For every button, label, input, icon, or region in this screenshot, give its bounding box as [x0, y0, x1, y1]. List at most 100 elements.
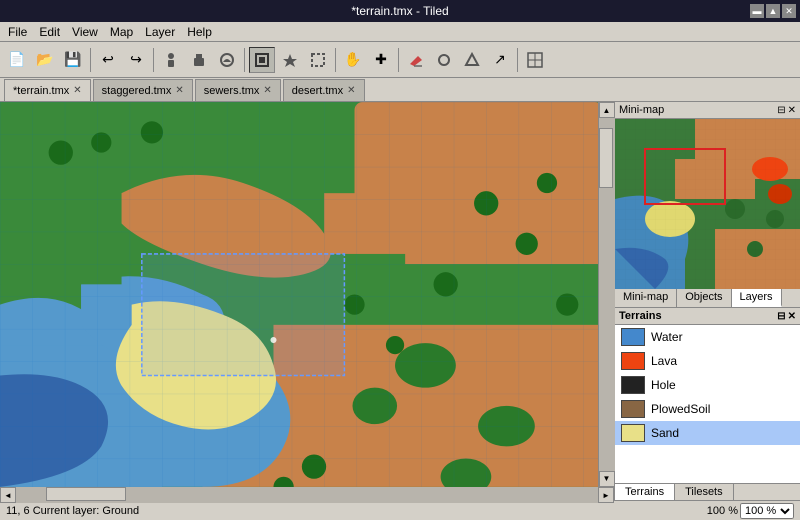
terrain-plowedsoil[interactable]: PlowedSoil: [615, 397, 800, 421]
terrain-hole[interactable]: Hole: [615, 373, 800, 397]
minimap-title: Mini-map: [619, 104, 664, 116]
vscroll-track[interactable]: [599, 118, 615, 471]
tool-bucket[interactable]: [186, 47, 212, 73]
minimize-button[interactable]: ▬: [750, 4, 764, 18]
terrains-close[interactable]: ✕: [788, 311, 796, 322]
separator-6: [517, 48, 518, 72]
terrains-controls[interactable]: ⊟ ✕: [777, 311, 796, 322]
terrain-sand[interactable]: Sand: [615, 421, 800, 445]
terrain-lava[interactable]: Lava: [615, 349, 800, 373]
menu-layer[interactable]: Layer: [139, 23, 181, 41]
terrain-sand-label: Sand: [651, 426, 679, 440]
vscroll-down[interactable]: ▼: [599, 471, 615, 487]
tool-magic-wand[interactable]: [277, 47, 303, 73]
zoom-select[interactable]: 100 % 50 % 200 %: [740, 503, 794, 519]
menu-map[interactable]: Map: [104, 23, 139, 41]
status-position-layer: 11, 6 Current layer: Ground: [6, 505, 139, 517]
terrain-water-color: [621, 328, 645, 346]
vscroll-thumb[interactable]: [599, 128, 613, 188]
undo-button[interactable]: ↩: [95, 47, 121, 73]
zoom-value: 100 %: [707, 505, 738, 517]
menu-file[interactable]: File: [2, 23, 33, 41]
tool-arrow[interactable]: ↗: [487, 47, 513, 73]
status-layer: Current layer: Ground: [33, 505, 139, 517]
menu-view[interactable]: View: [66, 23, 104, 41]
hscroll-left[interactable]: ◄: [0, 487, 16, 503]
status-position: 11, 6: [6, 505, 30, 517]
close-button[interactable]: ✕: [782, 4, 796, 18]
minimap-area[interactable]: [615, 119, 800, 289]
maximize-button[interactable]: ▲: [766, 4, 780, 18]
tab-sewers-label: sewers.tmx: [204, 85, 260, 97]
tool-terrain[interactable]: [214, 47, 240, 73]
tab-staggered-label: staggered.tmx: [102, 85, 172, 97]
tab-layers[interactable]: Layers: [732, 289, 782, 307]
vscroll[interactable]: ▲ ▼: [598, 102, 614, 487]
tool-shapes[interactable]: [431, 47, 457, 73]
tab-sewers-close[interactable]: ✕: [263, 85, 271, 96]
menu-help[interactable]: Help: [181, 23, 218, 41]
terrain-lava-label: Lava: [651, 354, 677, 368]
map-wrapper: ▲ ▼ ◄ ►: [0, 102, 614, 500]
right-panel: Mini-map ⊟ ✕: [614, 102, 800, 500]
tab-desert-close[interactable]: ✕: [347, 85, 355, 96]
separator-5: [398, 48, 399, 72]
tab-terrain[interactable]: *terrain.tmx ✕: [4, 79, 91, 101]
hscroll-area[interactable]: ◄ ►: [0, 487, 614, 503]
map-area[interactable]: [0, 102, 598, 487]
zoom-control[interactable]: 100 % 100 % 50 % 200 %: [707, 503, 794, 519]
tab-sewers[interactable]: sewers.tmx ✕: [195, 79, 281, 101]
redo-button[interactable]: ↪: [123, 47, 149, 73]
hscroll-right[interactable]: ►: [598, 487, 614, 503]
minimap-close[interactable]: ✕: [788, 105, 796, 116]
tab-tilesets[interactable]: Tilesets: [675, 484, 734, 500]
tab-objects[interactable]: Objects: [677, 289, 731, 307]
minimap-header: Mini-map ⊟ ✕: [615, 102, 800, 119]
tab-terrains[interactable]: Terrains: [615, 484, 675, 500]
main-area: ▲ ▼ ◄ ► Mini-map ⊟ ✕: [0, 102, 800, 500]
tab-minimap[interactable]: Mini-map: [615, 289, 677, 307]
title-text: *terrain.tmx - Tiled: [351, 4, 448, 18]
terrain-plowedsoil-label: PlowedSoil: [651, 402, 710, 416]
menu-edit[interactable]: Edit: [33, 23, 66, 41]
separator-1: [90, 48, 91, 72]
hscroll-track[interactable]: [16, 487, 598, 503]
tool-eraser[interactable]: [403, 47, 429, 73]
terrains-list: Water Lava Hole PlowedSoil Sand: [615, 325, 800, 483]
tool-person[interactable]: [158, 47, 184, 73]
minimap-tabs: Mini-map Objects Layers: [615, 289, 800, 308]
tool-move[interactable]: ✚: [368, 47, 394, 73]
terrain-hole-label: Hole: [651, 378, 676, 392]
minimap-undock[interactable]: ⊟: [777, 105, 785, 116]
new-button[interactable]: 📄: [4, 47, 30, 73]
terrains-undock[interactable]: ⊟: [777, 311, 785, 322]
tool-stamp[interactable]: [249, 47, 275, 73]
tab-desert[interactable]: desert.tmx ✕: [283, 79, 365, 101]
tab-staggered[interactable]: staggered.tmx ✕: [93, 79, 193, 101]
toolbar: 📄 📂 💾 ↩ ↪ ✋ ✚ ↗: [0, 42, 800, 78]
hscroll-thumb[interactable]: [46, 487, 126, 501]
terrain-sand-color: [621, 424, 645, 442]
tool-select-rect[interactable]: [305, 47, 331, 73]
vscroll-up[interactable]: ▲: [599, 102, 615, 118]
tabbar: *terrain.tmx ✕ staggered.tmx ✕ sewers.tm…: [0, 78, 800, 102]
tool-grid[interactable]: [522, 47, 548, 73]
window-controls[interactable]: ▬ ▲ ✕: [750, 4, 796, 18]
tab-terrain-close[interactable]: ✕: [73, 85, 81, 96]
separator-4: [335, 48, 336, 72]
menubar: File Edit View Map Layer Help: [0, 22, 800, 42]
save-button[interactable]: 💾: [60, 47, 86, 73]
terrains-header: Terrains ⊟ ✕: [615, 308, 800, 325]
open-button[interactable]: 📂: [32, 47, 58, 73]
minimap-header-controls[interactable]: ⊟ ✕: [777, 105, 796, 116]
separator-2: [153, 48, 154, 72]
terrain-water[interactable]: Water: [615, 325, 800, 349]
titlebar: *terrain.tmx - Tiled ▬ ▲ ✕: [0, 0, 800, 22]
tab-terrain-label: *terrain.tmx: [13, 85, 69, 97]
tab-staggered-close[interactable]: ✕: [175, 85, 183, 96]
tool-pan[interactable]: ✋: [340, 47, 366, 73]
terrain-hole-color: [621, 376, 645, 394]
tool-triangle[interactable]: [459, 47, 485, 73]
map-canvas[interactable]: [0, 102, 598, 487]
minimap-svg: [615, 119, 800, 289]
